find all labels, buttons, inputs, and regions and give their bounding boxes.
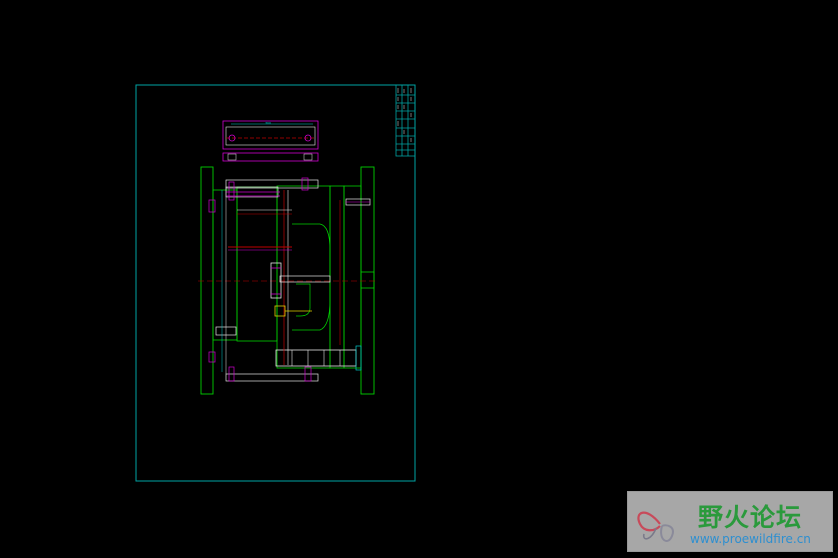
dimension-label: 300	[265, 121, 271, 125]
title-block	[395, 84, 416, 157]
sheet-frame	[135, 84, 416, 482]
part-side-view	[222, 152, 319, 162]
cad-drawing-canvas[interactable]: 300	[0, 0, 838, 558]
butterfly-logo-icon	[637, 511, 674, 542]
watermark-banner: 野火论坛 www.proewildfire.cn	[627, 491, 833, 552]
watermark-title: 野火论坛	[698, 503, 803, 532]
watermark-url: www.proewildfire.cn	[690, 532, 811, 546]
mold-section-view	[198, 166, 376, 395]
title-block-text	[397, 88, 412, 142]
part-top-view: 300	[222, 120, 319, 150]
